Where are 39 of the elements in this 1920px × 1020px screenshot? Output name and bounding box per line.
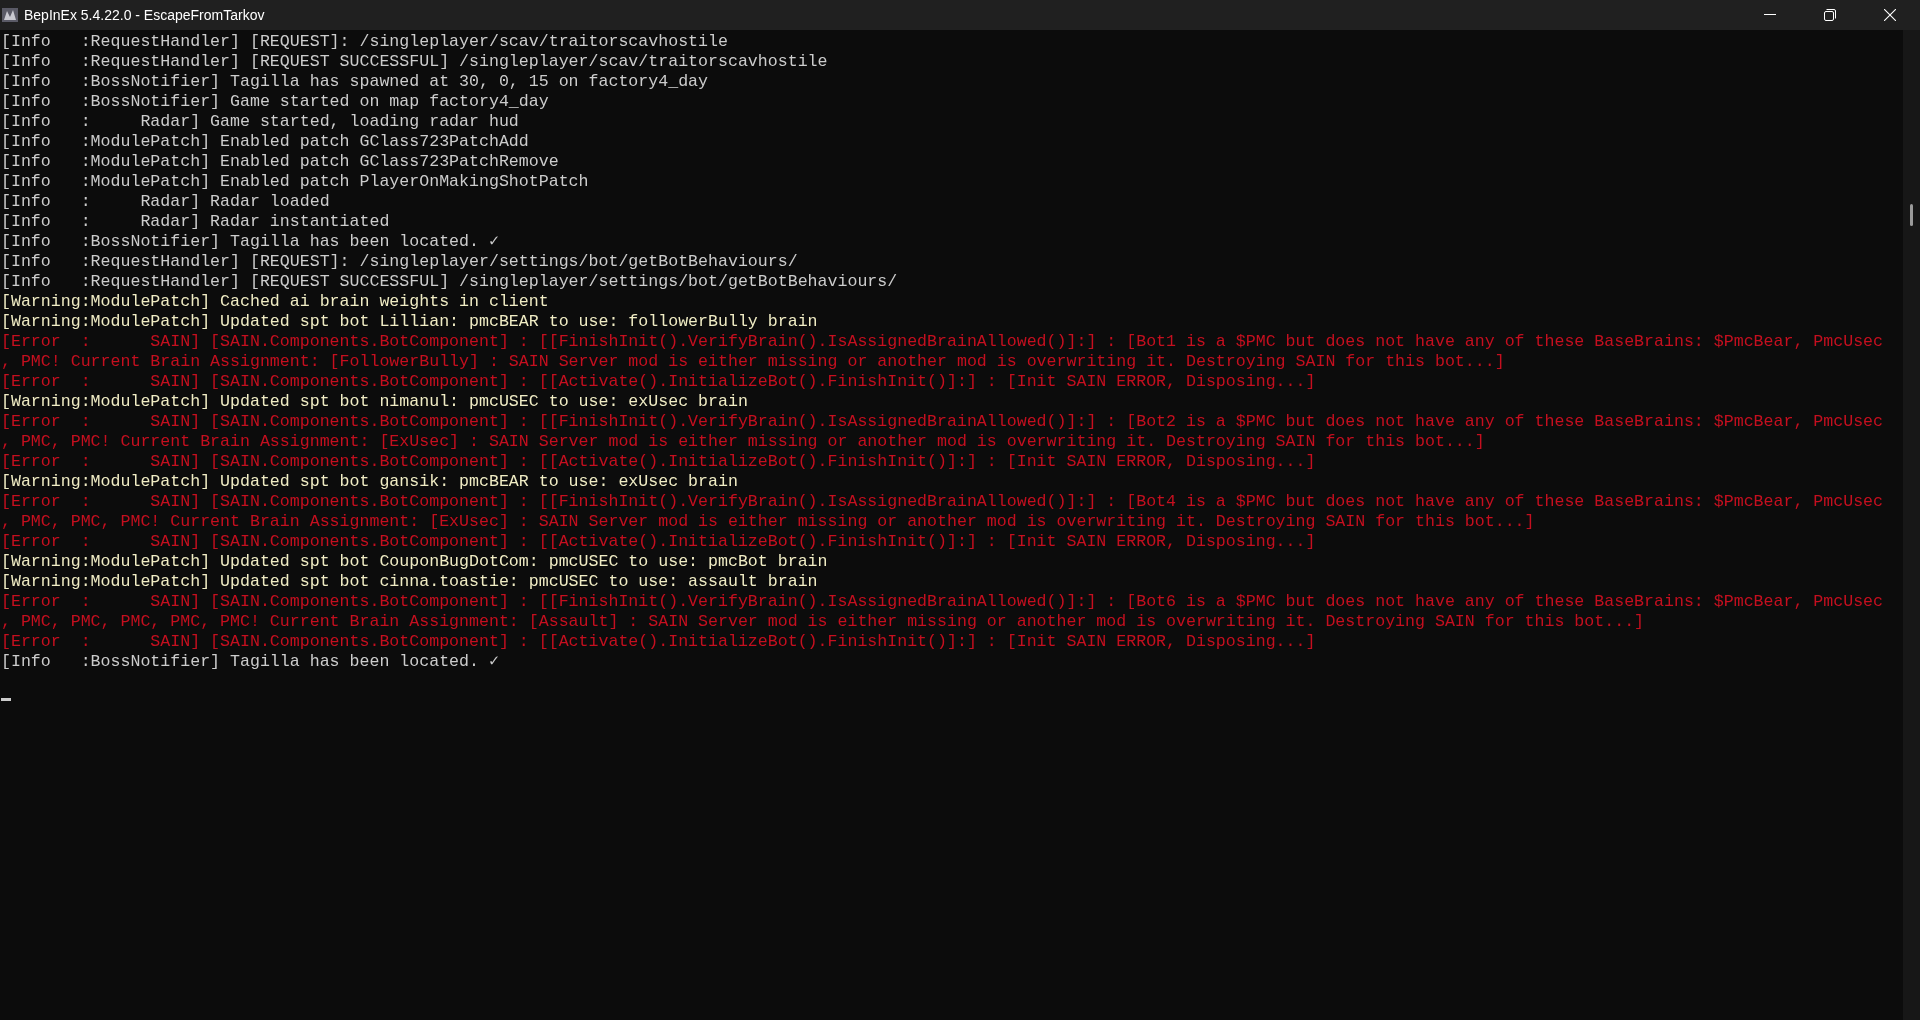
window-title: BepInEx 5.4.22.0 - EscapeFromTarkov (24, 5, 265, 25)
warning-log-line: [Warning:ModulePatch] Updated spt bot gansik: pmcBEAR to use: exUsec brain (1, 472, 738, 492)
info-log-line: [Info :BossNotifier] Tagilla has spawned at 30, 0, 15 on factory4_day (1, 72, 708, 92)
info-log-line: [Info :BossNotifier] Game started on map factory4_day (1, 92, 549, 112)
info-log-line: [Info :RequestHandler] [REQUEST SUCCESSFUL] /singleplayer/scav/traitorscavhostile (1, 52, 828, 72)
error-log-line: [Error : SAIN] [SAIN.Components.BotComponent] : [[FinishInit().VerifyBrain().IsAssignedBrainAllowed()]:] : [Bot2 is a $PMC but does not have any of these BaseBrains: $PmcBear, PmcUsec (1, 412, 1884, 432)
error-log-line: , PMC, PMC, PMC, PMC, PMC! Current Brain Assignment: [Assault] : SAIN Server mod is either missing or another mod is overwriting it. Destroying SAIN for this bot...] (1, 612, 1645, 632)
warning-log-line: [Warning:ModulePatch] Cached ai brain weights in client (1, 292, 549, 312)
info-log-line: [Info :ModulePatch] Enabled patch GClass723PatchRemove (1, 152, 559, 172)
info-log-line: [Info :BossNotifier] Tagilla has been located. ✓ (1, 232, 499, 252)
warning-log-line: [Warning:ModulePatch] Updated spt bot cinna.toastie: pmcUSEC to use: assault brain (1, 572, 818, 592)
error-log-line: , PMC, PMC! Current Brain Assignment: [ExUsec] : SAIN Server mod is either missing or another mod is overwriting it. Destroying SAIN for this bot...] (1, 432, 1485, 452)
error-log-line: [Error : SAIN] [SAIN.Components.BotComponent] : [[FinishInit().VerifyBrain().IsAssignedBrainAllowed()]:] : [Bot4 is a $PMC but does not have any of these BaseBrains: $PmcBear, PmcUsec (1, 492, 1884, 512)
info-log-line: [Info :RequestHandler] [REQUEST SUCCESSFUL] /singleplayer/settings/bot/getBotBehaviours/ (1, 272, 898, 292)
warning-log-line: [Warning:ModulePatch] Updated spt bot Lillian: pmcBEAR to use: followerBully brain (1, 312, 818, 332)
error-log-line: [Error : SAIN] [SAIN.Components.BotComponent] : [[FinishInit().VerifyBrain().IsAssignedBrainAllowed()]:] : [Bot6 is a $PMC but does not have any of these BaseBrains: $PmcBear, PmcUsec (1, 592, 1884, 612)
error-log-line: , PMC, PMC, PMC! Current Brain Assignment: [ExUsec] : SAIN Server mod is either missing or another mod is overwriting it. Destroying SAIN for this bot...] (1, 512, 1535, 532)
error-log-line: [Error : SAIN] [SAIN.Components.BotComponent] : [[Activate().InitializeBot().FinishInit()]:] : [Init SAIN ERROR, Disposing...] (1, 452, 1316, 472)
info-log-line: [Info : Radar] Radar loaded (1, 192, 330, 212)
error-log-line: [Error : SAIN] [SAIN.Components.BotComponent] : [[FinishInit().VerifyBrain().IsAssignedBrainAllowed()]:] : [Bot1 is a $PMC but does not have any of these BaseBrains: $PmcBear, PmcUsec (1, 332, 1884, 352)
restore-icon (1824, 9, 1836, 21)
error-log-line: [Error : SAIN] [SAIN.Components.BotComponent] : [[Activate().InitializeBot().FinishInit()]:] : [Init SAIN ERROR, Disposing...] (1, 372, 1316, 392)
warning-log-line: [Warning:ModulePatch] Updated spt bot CouponBugDotCom: pmcUSEC to use: pmcBot brain (1, 552, 828, 572)
app-icon (2, 7, 18, 23)
warning-log-line: [Warning:ModulePatch] Updated spt bot nimanul: pmcUSEC to use: exUsec brain (1, 392, 748, 412)
error-log-line: [Error : SAIN] [SAIN.Components.BotComponent] : [[Activate().InitializeBot().FinishInit()]:] : [Init SAIN ERROR, Disposing...] (1, 632, 1316, 652)
error-log-line: [Error : SAIN] [SAIN.Components.BotComponent] : [[Activate().InitializeBot().FinishInit()]:] : [Init SAIN ERROR, Disposing...] (1, 532, 1316, 552)
info-log-line: [Info : Radar] Radar instantiated (1, 212, 390, 232)
text-cursor (1, 698, 11, 701)
info-log-line: [Info : Radar] Game started, loading radar hud (1, 112, 519, 132)
info-log-line: [Info :ModulePatch] Enabled patch PlayerOnMakingShotPatch (1, 172, 589, 192)
scrollbar-thumb[interactable] (1910, 204, 1913, 226)
close-icon (1884, 9, 1896, 21)
minimize-icon (1764, 14, 1776, 16)
info-log-line: [Info :RequestHandler] [REQUEST]: /singleplayer/settings/bot/getBotBehaviours/ (1, 252, 798, 272)
info-log-line: [Info :BossNotifier] Tagilla has been located. ✓ (1, 652, 499, 672)
info-log-line: [Info :RequestHandler] [REQUEST]: /singleplayer/scav/traitorscavhostile (1, 32, 728, 52)
error-log-line: , PMC! Current Brain Assignment: [FollowerBully] : SAIN Server mod is either missing or another mod is overwriting it. Destroying SAIN for this bot...] (1, 352, 1505, 372)
info-log-line: [Info :ModulePatch] Enabled patch GClass723PatchAdd (1, 132, 529, 152)
